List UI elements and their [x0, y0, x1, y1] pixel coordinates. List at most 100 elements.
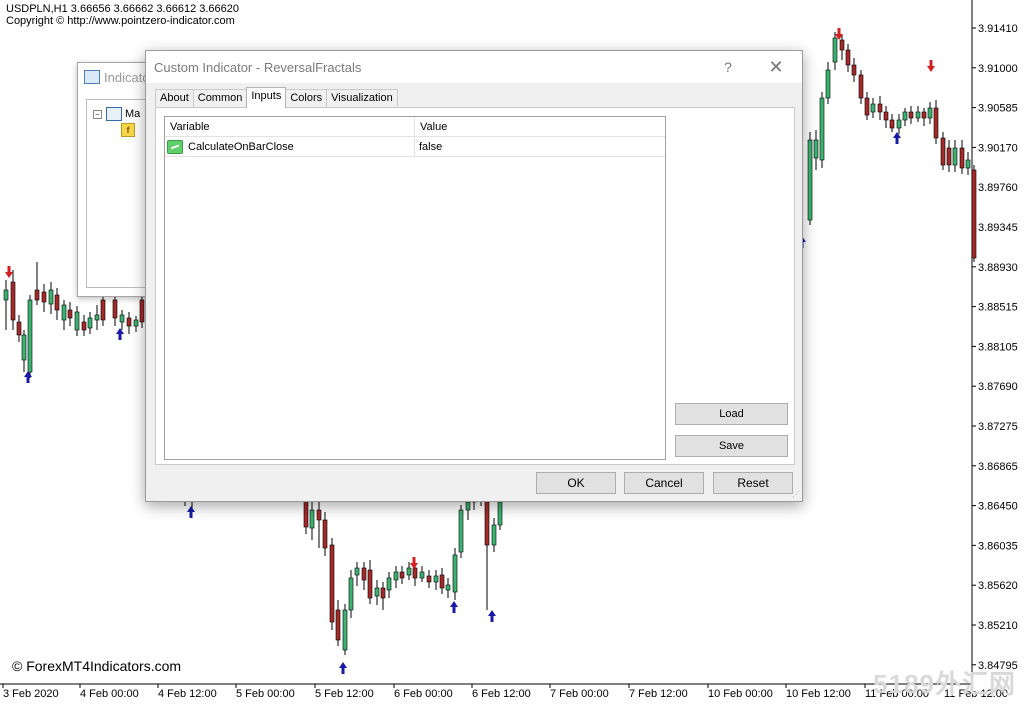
time-tick-label: 7 Feb 12:00	[629, 688, 688, 700]
bullish-candle	[406, 567, 412, 576]
tab-inputs[interactable]: Inputs	[246, 87, 287, 108]
bullish-candle	[87, 317, 93, 329]
load-button[interactable]: Load	[675, 403, 788, 425]
price-tick-label: 3.86450	[978, 501, 1018, 513]
bearish-candle	[426, 575, 432, 583]
help-icon[interactable]: ?	[716, 57, 740, 77]
bearish-candle	[329, 544, 335, 623]
bearish-candle	[34, 289, 40, 301]
bullish-candle	[902, 111, 908, 121]
save-button[interactable]: Save	[675, 435, 788, 457]
ok-button[interactable]: OK	[536, 472, 616, 494]
resize-grip-icon[interactable]: ⋰	[792, 491, 800, 499]
bullish-candle	[419, 571, 425, 579]
bearish-candle	[971, 169, 977, 259]
bullish-candle	[927, 107, 933, 119]
tree-item-ma[interactable]: − Ma	[93, 106, 140, 122]
bearish-candle	[940, 137, 946, 166]
bullish-candle	[813, 139, 819, 159]
dialog-titlebar[interactable]: Custom Indicator - ReversalFractals ? ✕	[146, 51, 802, 83]
time-tick-label: 10 Feb 12:00	[786, 688, 851, 700]
tab-about[interactable]: About	[155, 89, 194, 107]
cancel-button[interactable]: Cancel	[624, 472, 704, 494]
value-cell[interactable]: false	[415, 137, 665, 157]
column-header-value[interactable]: Value	[415, 117, 665, 136]
price-tick-label: 3.87275	[978, 421, 1018, 433]
dialog-title: Custom Indicator - ReversalFractals	[154, 59, 362, 75]
time-tick-label: 10 Feb 00:00	[708, 688, 773, 700]
fractal-up-arrow-icon	[488, 610, 496, 622]
bearish-candle	[81, 321, 87, 331]
bearish-candle	[933, 107, 939, 139]
tree-subitem[interactable]: f	[93, 122, 140, 138]
reset-button[interactable]: Reset	[713, 472, 793, 494]
bullish-candle	[915, 111, 921, 119]
table-row[interactable]: CalculateOnBarClose false	[165, 136, 665, 157]
price-tick-label: 3.90170	[978, 142, 1018, 154]
price-tick-label: 3.90585	[978, 103, 1018, 115]
column-header-variable[interactable]: Variable	[165, 117, 415, 136]
time-tick-label: 6 Feb 12:00	[472, 688, 531, 700]
bearish-candle	[412, 567, 418, 579]
bullish-candle	[393, 571, 399, 581]
bearish-candle	[439, 574, 445, 589]
bearish-candle	[399, 571, 405, 579]
tab-visualization[interactable]: Visualization	[326, 89, 398, 107]
bullish-candle	[870, 103, 876, 113]
time-tick-label: 7 Feb 00:00	[550, 688, 609, 700]
tab-colors[interactable]: Colors	[285, 89, 328, 107]
bullish-candle	[374, 587, 380, 597]
bearish-candle	[839, 39, 845, 51]
price-tick-label: 3.85210	[978, 620, 1018, 632]
price-tick-label: 3.89345	[978, 222, 1018, 234]
time-tick-label: 6 Feb 00:00	[394, 688, 453, 700]
bearish-candle	[845, 49, 851, 66]
bullish-candle	[807, 139, 813, 221]
chart-header: USDPLN,H1 3.66656 3.66662 3.66612 3.6662…	[6, 3, 239, 27]
fractal-up-arrow-icon	[893, 132, 901, 144]
bearish-candle	[322, 519, 328, 549]
price-tick-label: 3.88515	[978, 302, 1018, 314]
bearish-candle	[16, 321, 22, 336]
time-tick-label: 3 Feb 2020	[3, 688, 59, 700]
bullish-candle	[452, 554, 458, 593]
inputs-panel: Variable Value CalculateOnBarClose false…	[155, 107, 795, 465]
fractal-up-arrow-icon	[339, 662, 347, 674]
bullish-candle	[27, 299, 33, 373]
fractal-up-arrow-icon	[116, 328, 124, 340]
tree-item-label: Ma	[125, 108, 141, 120]
price-tick-label: 3.86035	[978, 540, 1018, 552]
close-icon[interactable]: ✕	[764, 57, 788, 77]
bearish-candle	[335, 609, 341, 641]
bearish-candle	[139, 299, 145, 323]
tab-common[interactable]: Common	[192, 89, 248, 107]
time-tick-label: 5 Feb 00:00	[236, 688, 295, 700]
bullish-candle	[48, 289, 54, 305]
mt4-chart-window: 3.91410 3.91000 3.90585 3.90170 3.89760 3.893…	[0, 0, 1024, 704]
bearish-candle	[959, 147, 965, 169]
bearish-candle	[864, 97, 870, 116]
bullish-candle	[952, 147, 958, 166]
fractal-down-arrow-icon	[927, 60, 935, 72]
bullish-candle	[386, 577, 392, 591]
fractal-up-arrow-icon	[24, 371, 32, 383]
collapse-icon[interactable]: −	[93, 109, 102, 119]
bullish-candle	[965, 159, 971, 169]
bullish-candle	[94, 314, 100, 321]
symbol-quote: USDPLN,H1 3.66656 3.66662 3.66612 3.6662…	[6, 3, 240, 15]
bearish-candle	[367, 569, 373, 599]
bullish-candle	[819, 97, 825, 161]
bearish-candle	[851, 64, 857, 76]
bullish-candle	[61, 304, 67, 321]
price-tick-label: 3.86865	[978, 461, 1018, 473]
indicators-icon	[84, 70, 100, 84]
bearish-candle	[921, 111, 927, 119]
function-icon: f	[121, 123, 135, 137]
bullish-candle	[119, 314, 125, 323]
bullish-candle	[491, 524, 497, 546]
price-tick-label: 3.91410	[978, 23, 1018, 35]
bearish-candle	[303, 499, 309, 528]
time-tick-label: 4 Feb 00:00	[80, 688, 139, 700]
bearish-candle	[54, 294, 60, 311]
variable-cell: CalculateOnBarClose	[165, 136, 415, 157]
